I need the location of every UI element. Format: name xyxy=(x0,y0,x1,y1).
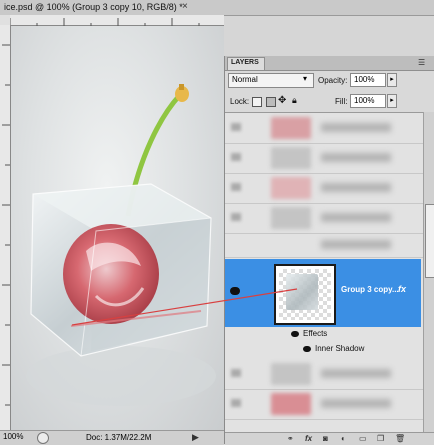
document-tab[interactable]: ice.psd @ 100% (Group 3 copy 10, RGB/8) … xyxy=(0,0,434,16)
artwork-ice-cherry xyxy=(26,84,216,406)
status-menu-icon[interactable]: ▶ xyxy=(192,432,199,443)
fx-icon[interactable]: fx xyxy=(398,284,406,294)
blend-mode-select[interactable]: Normal ▾ xyxy=(228,73,314,88)
panel-menu-icon[interactable]: ☰ xyxy=(418,58,425,67)
eye-icon[interactable] xyxy=(231,399,241,407)
layer-row[interactable] xyxy=(225,203,423,234)
layer-row[interactable] xyxy=(225,173,423,204)
adjustment-icon[interactable]: ◐ xyxy=(341,434,346,443)
opacity-label: Opacity: xyxy=(318,76,348,85)
layer-thumbnail xyxy=(271,177,311,199)
thumbnail-artwork xyxy=(286,274,318,310)
inner-shadow-row[interactable]: Inner Shadow xyxy=(225,342,421,357)
layer-row[interactable] xyxy=(225,143,423,174)
opacity-value: 100% xyxy=(354,75,375,84)
effects-row[interactable]: Effects xyxy=(225,327,421,342)
navigator-icon[interactable] xyxy=(37,432,49,444)
mask-icon[interactable]: ◙ xyxy=(323,434,328,443)
eye-icon[interactable] xyxy=(231,123,241,131)
document-info: Doc: 1.37M/22.2M xyxy=(86,433,152,442)
fill-arrow-icon[interactable]: ▸ xyxy=(387,94,397,108)
layer-name xyxy=(321,240,391,249)
eye-icon[interactable] xyxy=(231,153,241,161)
panel-header: LAYERS ☰ xyxy=(225,56,434,71)
layer-row[interactable] xyxy=(225,113,423,144)
eye-icon[interactable] xyxy=(291,331,299,337)
opacity-field[interactable]: 100% xyxy=(350,73,386,87)
eye-icon[interactable] xyxy=(231,183,241,191)
layers-list[interactable]: Group 3 copy... fx Effects Inner Shadow xyxy=(225,112,423,433)
fx-icon[interactable]: fx xyxy=(305,434,312,443)
eye-icon[interactable] xyxy=(231,213,241,221)
horizontal-ruler[interactable] xyxy=(9,15,224,28)
layer-thumbnail xyxy=(271,393,311,415)
lock-all-icon[interactable]: 🔒︎ xyxy=(292,95,297,106)
fill-label: Fill: xyxy=(335,97,348,106)
layer-name xyxy=(321,183,391,192)
layer-row[interactable] xyxy=(225,389,423,420)
layer-name xyxy=(321,399,391,408)
layer-thumbnail xyxy=(271,147,311,169)
layer-thumbnail xyxy=(271,363,311,385)
layer-name xyxy=(321,123,391,132)
eye-icon[interactable] xyxy=(303,346,311,352)
lock-transparent-icon[interactable] xyxy=(252,97,262,107)
tab-layers[interactable]: LAYERS xyxy=(227,57,265,70)
fill-field[interactable]: 100% xyxy=(350,94,386,108)
link-icon[interactable]: ⚭ xyxy=(287,434,294,443)
layer-name xyxy=(321,153,391,162)
eye-icon[interactable] xyxy=(231,369,241,377)
layer-row[interactable] xyxy=(225,233,423,258)
zoom-level[interactable]: 100% xyxy=(3,432,23,441)
layers-panel: LAYERS ☰ Normal ▾ Opacity: 100% ▸ Lock: … xyxy=(224,56,434,445)
fill-value: 100% xyxy=(354,96,375,105)
layer-thumbnail xyxy=(271,117,311,139)
selected-layer-name: Group 3 copy... xyxy=(341,285,399,294)
layers-scrollbar[interactable] xyxy=(423,112,434,432)
new-layer-icon[interactable]: ❐ xyxy=(377,434,384,443)
trash-icon[interactable]: 🗑︎ xyxy=(395,434,405,443)
layer-name xyxy=(321,213,391,222)
scrollbar-thumb[interactable] xyxy=(425,204,434,278)
document-title: ice.psd @ 100% (Group 3 copy 10, RGB/8) … xyxy=(4,2,183,12)
layer-thumbnail xyxy=(271,207,311,229)
layers-footer-toolbar: ⚭ fx ◙ ◐ ▭ ❐ 🗑︎ xyxy=(225,432,434,445)
inner-shadow-label: Inner Shadow xyxy=(315,344,365,353)
close-icon[interactable]: × xyxy=(182,1,188,12)
opacity-arrow-icon[interactable]: ▸ xyxy=(387,73,397,87)
lock-label: Lock: xyxy=(230,97,250,106)
lock-image-icon[interactable] xyxy=(266,97,276,107)
status-bar: 100% Doc: 1.37M/22.2M ▶ xyxy=(0,430,224,445)
eye-icon[interactable] xyxy=(230,287,240,295)
chevron-down-icon: ▾ xyxy=(303,74,308,83)
layer-name xyxy=(321,369,391,378)
layer-thumbnail xyxy=(274,264,336,325)
blend-mode-value: Normal xyxy=(232,75,258,84)
ruler-ticks-left xyxy=(2,44,10,406)
document-canvas[interactable] xyxy=(11,26,224,430)
tab-layers-label: LAYERS xyxy=(231,59,259,66)
vertical-ruler[interactable] xyxy=(0,25,11,430)
layer-row[interactable] xyxy=(225,359,423,390)
selected-layer-row[interactable]: Group 3 copy... fx xyxy=(225,259,421,327)
effects-label: Effects xyxy=(303,329,328,338)
folder-icon[interactable]: ▭ xyxy=(359,434,367,443)
lock-position-icon[interactable]: ✥ xyxy=(278,95,286,106)
